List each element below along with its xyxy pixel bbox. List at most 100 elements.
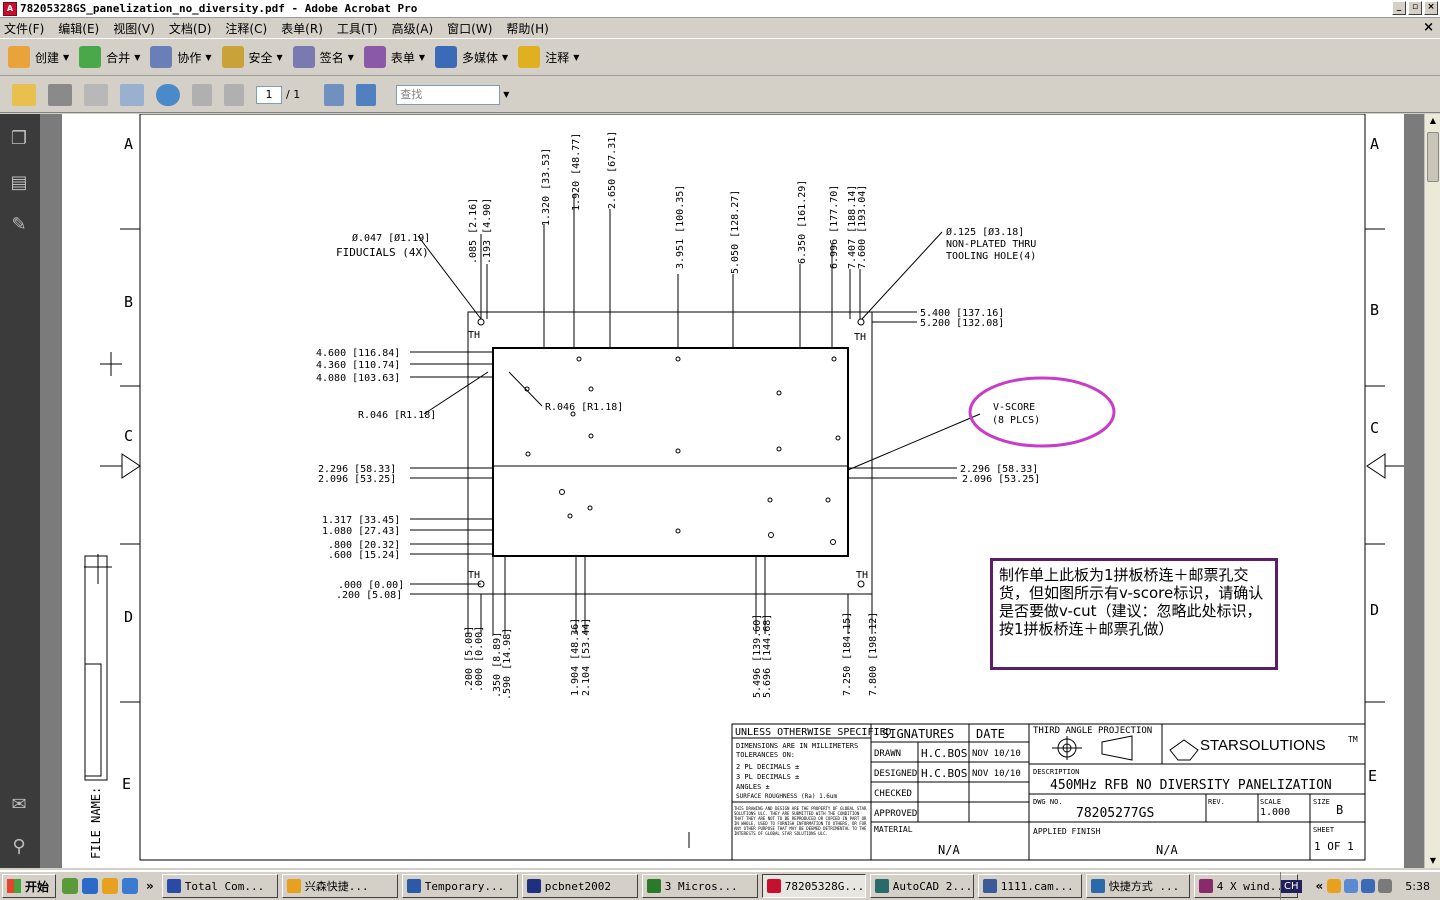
- taskbar-item-label: AutoCAD 2...: [892, 879, 973, 893]
- pdf-icon: [766, 879, 781, 893]
- document-viewport[interactable]: A B C D E A B C D E FILE NAME: Ø.047 [Ø1…: [40, 114, 1424, 868]
- previous-page-icon[interactable]: [192, 83, 212, 106]
- multimedia-icon: [435, 46, 458, 68]
- pen-icon: [292, 46, 315, 68]
- menu-comments[interactable]: 注释(C): [225, 20, 267, 37]
- attachments-icon[interactable]: ⚲: [8, 836, 30, 860]
- form-icon: [363, 46, 386, 68]
- dropdown-arrow-icon: ▼: [276, 52, 283, 62]
- taskbar-item[interactable]: 兴森快捷...: [281, 874, 398, 898]
- menu-window[interactable]: 窗口(W): [447, 20, 492, 37]
- quick-launch-app-icon[interactable]: [102, 878, 119, 894]
- forms-button[interactable]: 表单 ▼: [363, 43, 425, 71]
- taskbar-item[interactable]: AutoCAD 2...: [869, 874, 974, 898]
- review-note[interactable]: 制作单上此板为1拼板桥连＋邮票孔交货，但如图所示有v-score标识，请确认是否…: [990, 558, 1278, 670]
- tooling-hole-size: Ø.125 [Ø3.18]: [946, 226, 1024, 238]
- pdf-page: A B C D E A B C D E FILE NAME: Ø.047 [Ø1…: [62, 114, 1407, 868]
- taskbar-item[interactable]: Total Com...: [161, 874, 278, 898]
- close-button[interactable]: ×: [1424, 1, 1438, 15]
- dropdown-arrow-icon: ▼: [502, 52, 509, 62]
- app-icon: [166, 879, 181, 893]
- taskbar-item[interactable]: Temporary...: [401, 874, 518, 898]
- taskbar-item[interactable]: 1111.cam...: [977, 874, 1082, 898]
- windows-logo-icon: [7, 879, 21, 893]
- quick-launch-app-icon[interactable]: [62, 878, 79, 894]
- collaborate-label: 协作: [177, 50, 202, 65]
- quick-launch-chevron[interactable]: »: [146, 879, 154, 893]
- page-number-input[interactable]: 1: [256, 85, 282, 104]
- left-dim: 2.096 [53.25]: [318, 474, 396, 485]
- web-icon[interactable]: [156, 83, 180, 106]
- tb-dims-mm: DIMENSIONS ARE IN MILLIMETERS: [736, 742, 858, 750]
- comment-button[interactable]: 注释 ▼: [518, 43, 579, 71]
- bottom-dim: 2.104 [53.44]: [581, 618, 592, 696]
- right-dim: 5.200 [132.08]: [920, 318, 1004, 329]
- minimize-button[interactable]: _: [1392, 1, 1406, 15]
- combine-icon: [79, 46, 102, 68]
- taskbar-item[interactable]: 3 Micros...: [641, 874, 758, 898]
- document-close-button[interactable]: ×: [1423, 20, 1434, 35]
- find-input[interactable]: 查找: [396, 84, 501, 105]
- menu-file[interactable]: 文件(F): [4, 20, 44, 37]
- network-icon[interactable]: [1361, 879, 1376, 893]
- scroll-up-icon[interactable]: ▲: [1427, 114, 1439, 128]
- menu-tools[interactable]: 工具(T): [337, 20, 378, 37]
- combine-button[interactable]: 合并 ▼: [79, 43, 140, 71]
- create-button[interactable]: 创建 ▼: [8, 43, 69, 71]
- tray-chevron[interactable]: «: [1316, 879, 1324, 893]
- print-icon[interactable]: [48, 83, 72, 106]
- save-icon[interactable]: [84, 83, 108, 106]
- tb-designed-date: NOV 10/10: [972, 769, 1021, 779]
- fit-width-icon[interactable]: [324, 83, 345, 106]
- start-button[interactable]: 开始: [2, 874, 57, 898]
- volume-icon[interactable]: [1378, 879, 1393, 893]
- menu-help[interactable]: 帮助(H): [506, 20, 548, 37]
- tb-description: 450MHz RFB NO DIVERSITY PANELIZATION: [1050, 778, 1332, 793]
- left-dim: 4.360 [110.74]: [316, 360, 400, 371]
- row-label-b-right: B: [1370, 301, 1379, 319]
- menu-advanced[interactable]: 高级(A): [392, 20, 434, 37]
- menu-document[interactable]: 文档(D): [169, 20, 212, 37]
- dropdown-arrow-icon: ▼: [205, 52, 212, 62]
- signatures-icon[interactable]: ✎: [8, 214, 30, 238]
- bookmarks-icon[interactable]: ▤: [8, 172, 30, 196]
- scroll-down-icon[interactable]: ▼: [1427, 854, 1439, 868]
- menu-view[interactable]: 视图(V): [113, 20, 155, 37]
- tb-projection: THIRD ANGLE PROJECTION: [1033, 726, 1152, 736]
- ie-icon[interactable]: [82, 878, 99, 894]
- tb-checked: CHECKED: [874, 789, 912, 799]
- tb-2pl: 2 PL DECIMALS ±: [736, 763, 799, 771]
- comments-panel-icon[interactable]: ✉: [8, 794, 30, 818]
- secure-button[interactable]: 安全 ▼: [221, 43, 283, 71]
- pages-icon[interactable]: ❐: [8, 128, 30, 152]
- sign-button[interactable]: 签名 ▼: [292, 43, 354, 71]
- th-label: TH: [854, 332, 866, 343]
- forms-label: 表单: [390, 50, 415, 65]
- taskbar-item[interactable]: pcbnet2002: [521, 874, 638, 898]
- th-label: TH: [468, 570, 480, 581]
- tb-angles: ANGLES ±: [736, 783, 770, 791]
- vscore-highlight-ellipse: [968, 376, 1116, 448]
- restore-button[interactable]: ▫: [1408, 1, 1422, 15]
- taskbar-item-active[interactable]: 78205328G...: [761, 874, 866, 898]
- row-label-b-left: B: [124, 293, 133, 311]
- tray-app-icon[interactable]: [1344, 879, 1359, 893]
- fit-page-icon[interactable]: [356, 83, 377, 106]
- multimedia-button[interactable]: 多媒体 ▼: [435, 43, 508, 71]
- find-dropdown-icon[interactable]: ▼: [503, 90, 509, 99]
- dropdown-arrow-icon: ▼: [347, 52, 354, 62]
- vertical-scrollbar[interactable]: ▲ ▼: [1424, 114, 1440, 868]
- taskbar-item[interactable]: 快捷方式 ...: [1085, 874, 1190, 898]
- collaborate-button[interactable]: 协作 ▼: [150, 43, 212, 71]
- email-icon[interactable]: [120, 83, 144, 106]
- tray-app-icon[interactable]: [1327, 879, 1342, 893]
- tb-designed: DESIGNED: [874, 769, 917, 779]
- next-page-icon[interactable]: [224, 83, 244, 106]
- scroll-thumb[interactable]: [1427, 132, 1439, 182]
- menu-edit[interactable]: 编辑(E): [58, 20, 99, 37]
- open-folder-icon[interactable]: [12, 83, 36, 106]
- language-indicator[interactable]: CH: [1281, 879, 1302, 893]
- left-dim: 1.317 [33.45]: [322, 515, 400, 526]
- quick-launch-app-icon[interactable]: [122, 878, 139, 894]
- menu-forms[interactable]: 表单(R): [281, 20, 323, 37]
